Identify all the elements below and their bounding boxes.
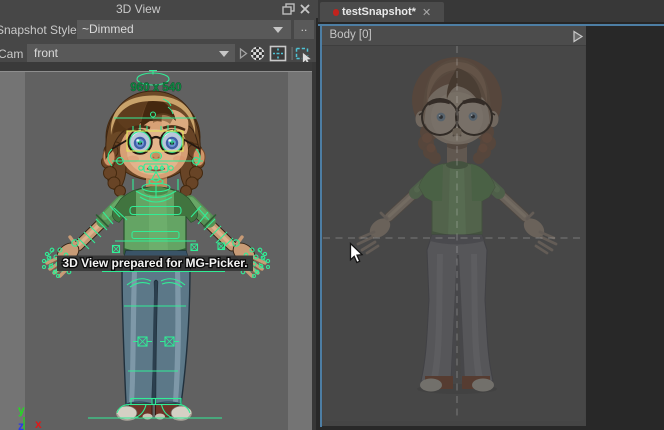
- svg-text:x: x: [35, 417, 42, 430]
- svg-text:z: z: [18, 419, 24, 430]
- svg-text:y: y: [18, 403, 25, 417]
- svg-text:3D View prepared for MG-Picker: 3D View prepared for MG-Picker.: [62, 256, 247, 270]
- svg-text:960 x 540: 960 x 540: [130, 82, 181, 94]
